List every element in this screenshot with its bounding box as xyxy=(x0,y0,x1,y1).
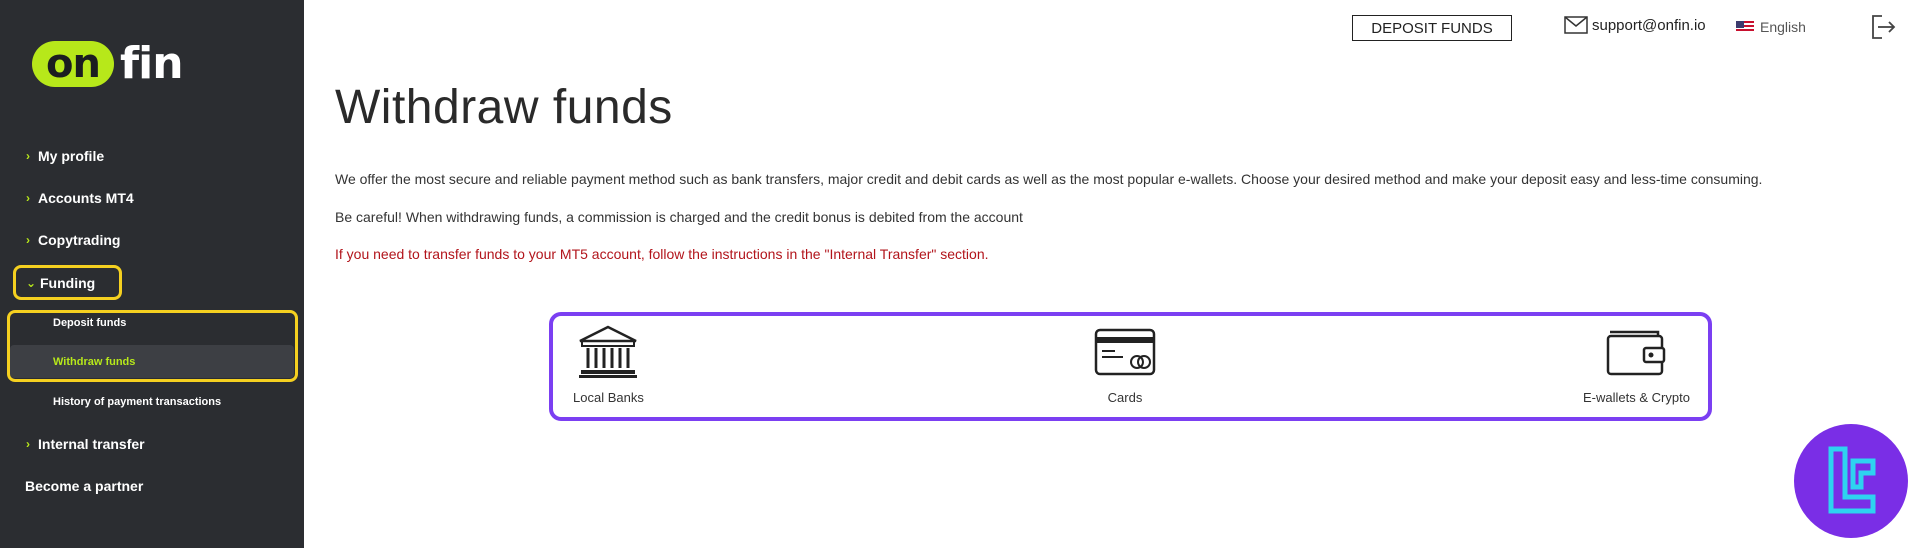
page-title: Withdraw funds xyxy=(335,81,673,134)
intro-text: We offer the most secure and reliable pa… xyxy=(335,171,1763,187)
method-label: Local Banks xyxy=(573,390,644,405)
sidebar: on fin › My profile › Accounts MT4 › Cop… xyxy=(0,0,304,548)
onfin-logo[interactable]: on fin xyxy=(32,38,184,90)
sidebar-subitem-deposit-funds[interactable]: Deposit funds xyxy=(53,317,126,329)
sidebar-item-accounts-mt4[interactable]: › Accounts MT4 xyxy=(24,190,134,206)
sidebar-item-label: Copytrading xyxy=(38,232,121,248)
sidebar-item-internal-transfer[interactable]: › Internal transfer xyxy=(24,436,145,452)
chevron-right-icon: › xyxy=(26,437,30,451)
deposit-funds-button[interactable]: DEPOSIT FUNDS xyxy=(1352,15,1512,41)
sidebar-item-funding[interactable]: ⌄ Funding xyxy=(26,275,95,291)
sidebar-item-my-profile[interactable]: › My profile xyxy=(24,148,104,164)
credit-card-icon xyxy=(1094,328,1156,376)
sidebar-item-label: Become a partner xyxy=(25,478,144,494)
bank-icon xyxy=(579,325,638,378)
support-email-link[interactable]: support@onfin.io xyxy=(1564,16,1706,34)
method-cards[interactable]: Cards xyxy=(1093,324,1157,405)
app-root: on fin › My profile › Accounts MT4 › Cop… xyxy=(0,0,1920,548)
language-label: English xyxy=(1760,19,1806,35)
internal-transfer-notice: If you need to transfer funds to your MT… xyxy=(335,246,989,262)
wallet-icon xyxy=(1607,330,1666,376)
chevron-right-icon: › xyxy=(26,191,30,205)
sidebar-item-label: My profile xyxy=(38,148,105,164)
payment-methods-panel: Local Banks Cards E-wallets & Crypto xyxy=(549,312,1712,421)
brand-watermark-icon xyxy=(1828,446,1876,514)
submenu-highlight-box xyxy=(7,310,298,382)
method-label: E-wallets & Crypto xyxy=(1583,390,1690,405)
watermark-logo xyxy=(1794,424,1908,538)
logout-icon xyxy=(1872,15,1896,39)
support-email-text: support@onfin.io xyxy=(1592,16,1706,34)
language-selector[interactable]: English xyxy=(1736,19,1806,35)
logo-on: on xyxy=(32,41,114,87)
sidebar-item-label: Accounts MT4 xyxy=(38,190,134,206)
commission-warning-text: Be careful! When withdrawing funds, a co… xyxy=(335,209,1023,225)
method-local-banks[interactable]: Local Banks xyxy=(573,324,644,405)
envelope-icon xyxy=(1564,16,1588,34)
chevron-right-icon: › xyxy=(26,233,30,247)
method-label: Cards xyxy=(1107,390,1143,405)
method-ewallets-crypto[interactable]: E-wallets & Crypto xyxy=(1583,324,1690,405)
sidebar-item-become-partner[interactable]: Become a partner xyxy=(25,478,143,494)
sidebar-item-label: Internal transfer xyxy=(38,436,145,452)
chevron-down-icon: ⌄ xyxy=(26,276,37,290)
sidebar-subitem-withdraw-funds[interactable]: Withdraw funds xyxy=(53,356,135,368)
chevron-right-icon: › xyxy=(26,149,30,163)
sidebar-subitem-payment-history[interactable]: History of payment transactions xyxy=(53,396,221,408)
logout-button[interactable] xyxy=(1870,14,1898,45)
us-flag-icon xyxy=(1736,21,1754,33)
sidebar-item-label: Funding xyxy=(40,275,96,291)
logo-fin: fin xyxy=(119,38,184,89)
sidebar-item-copytrading[interactable]: › Copytrading xyxy=(24,232,120,248)
